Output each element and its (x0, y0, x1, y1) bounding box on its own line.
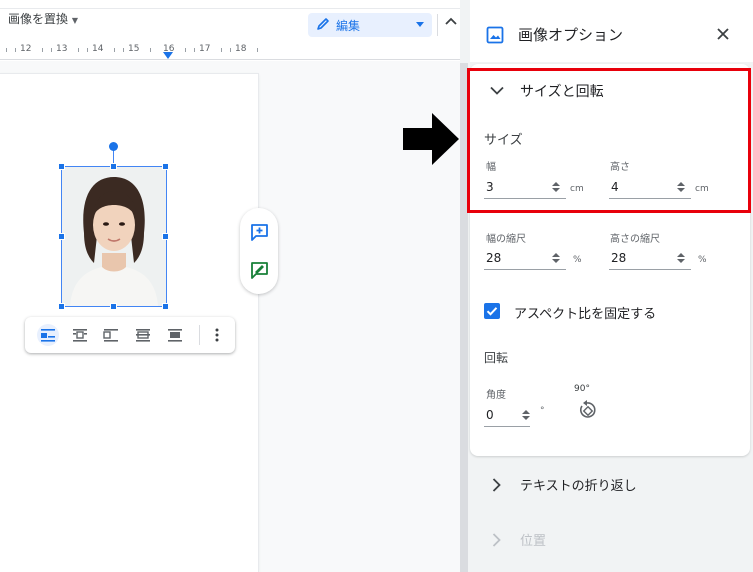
in-front-of-text-button[interactable] (164, 324, 186, 346)
width-scale-field[interactable]: 28 (484, 248, 566, 270)
ruler-tick (230, 48, 231, 52)
edit-mode-button[interactable]: 編集 (308, 13, 432, 37)
behind-text-button[interactable] (132, 324, 154, 346)
resize-handle-bottom-right[interactable] (162, 303, 169, 310)
break-text-icon (103, 329, 118, 342)
ruler-number: 15 (128, 44, 140, 54)
chevron-right-icon (492, 478, 501, 492)
behind-text-icon (136, 329, 150, 342)
lock-aspect-checkbox[interactable] (484, 303, 500, 319)
text-wrap-title: テキストの折り返し (520, 479, 637, 494)
toolbar-divider (437, 14, 438, 36)
suggest-edit-icon[interactable] (250, 261, 269, 280)
width-scale-label: 幅の縮尺 (486, 234, 526, 245)
chevron-up-icon[interactable] (444, 16, 458, 26)
angle-value: 0 (486, 408, 494, 422)
ruler-tick (185, 48, 186, 52)
resize-handle-right[interactable] (162, 233, 169, 240)
ruler-tick (15, 48, 16, 52)
add-comment-icon[interactable] (250, 223, 269, 242)
ruler-tick (78, 48, 79, 52)
ruler-tick (6, 48, 7, 52)
chevron-down-icon: ▼ (71, 16, 78, 25)
height-scale-unit: % (698, 255, 707, 265)
chevron-right-icon (492, 533, 501, 547)
horizontal-ruler[interactable]: 12 13 14 15 16 17 18 (0, 41, 470, 60)
ruler-tick (87, 48, 88, 52)
replace-image-button[interactable]: 画像を置換 ▼ (8, 10, 78, 27)
image-icon (486, 26, 504, 44)
position-section[interactable]: 位置 (470, 512, 750, 564)
ruler-tick (257, 48, 258, 52)
annotation-highlight-box (467, 68, 751, 213)
close-icon[interactable] (716, 27, 730, 41)
wrap-text-icon (73, 329, 87, 342)
inline-wrap-icon (41, 329, 55, 342)
annotation-arrow-icon (403, 113, 459, 165)
ruler-number: 12 (20, 44, 32, 54)
image-wrap-toolbar (25, 317, 235, 353)
edit-mode-label: 編集 (336, 19, 361, 33)
ruler-tick (114, 48, 115, 52)
angle-label: 角度 (486, 390, 506, 401)
resize-handle-left[interactable] (58, 233, 65, 240)
width-scale-unit: % (573, 255, 582, 265)
angle-unit: ° (540, 406, 545, 416)
toolbar-top-divider (0, 8, 470, 9)
ruler-tick (221, 48, 222, 52)
angle-field[interactable]: 0 (484, 405, 530, 427)
wrap-text-button[interactable] (69, 324, 91, 346)
in-line-wrap-button[interactable] (37, 324, 59, 346)
lock-aspect-label[interactable]: アスペクト比を固定する (514, 303, 656, 322)
wrap-toolbar-divider (199, 325, 200, 345)
panel-title: 画像オプション (518, 26, 624, 44)
ruler-tick (150, 48, 151, 52)
resize-handle-top-left[interactable] (58, 163, 65, 170)
more-vert-icon (215, 328, 219, 342)
position-title: 位置 (520, 534, 547, 549)
pencil-icon (317, 18, 329, 30)
height-scale-label: 高さの縮尺 (610, 234, 660, 245)
height-scale-field[interactable]: 28 (609, 248, 691, 270)
width-scale-value: 28 (486, 251, 502, 265)
checkmark-icon (486, 307, 498, 316)
caret-down-icon (416, 22, 424, 27)
rotation-subheading: 回転 (484, 351, 509, 365)
rotate-handle[interactable] (109, 142, 118, 151)
resize-handle-top-right[interactable] (162, 163, 169, 170)
replace-image-label: 画像を置換 (8, 12, 69, 26)
resize-handle-bottom[interactable] (110, 303, 117, 310)
indent-marker-icon[interactable] (162, 51, 174, 60)
panel-header: 画像オプション (470, 0, 753, 62)
ruler-number: 17 (199, 44, 211, 54)
floating-side-actions (240, 208, 278, 294)
ruler-tick (123, 48, 124, 52)
rotate-90-icon[interactable] (576, 399, 598, 421)
ruler-tick (194, 48, 195, 52)
text-wrap-section[interactable]: テキストの折り返し (470, 458, 750, 510)
break-text-button[interactable] (100, 324, 122, 346)
more-options-button[interactable] (209, 324, 225, 346)
ruler-tick (42, 48, 43, 52)
resize-handle-bottom-left[interactable] (58, 303, 65, 310)
rotate-90-label: 90° (574, 384, 590, 394)
toolbar: 画像を置換 ▼ 編集 (0, 0, 470, 40)
ruler-number: 13 (56, 44, 68, 54)
resize-handle-top[interactable] (110, 163, 117, 170)
ruler-tick (51, 48, 52, 52)
ruler-number: 18 (235, 44, 247, 54)
ruler-number: 14 (92, 44, 104, 54)
image-selection-frame (61, 166, 167, 307)
angle-stepper-icon[interactable] (522, 408, 530, 422)
width-scale-stepper-icon[interactable] (552, 251, 560, 265)
in-front-of-text-icon (168, 329, 182, 342)
height-scale-value: 28 (611, 251, 627, 265)
height-scale-stepper-icon[interactable] (677, 251, 685, 265)
